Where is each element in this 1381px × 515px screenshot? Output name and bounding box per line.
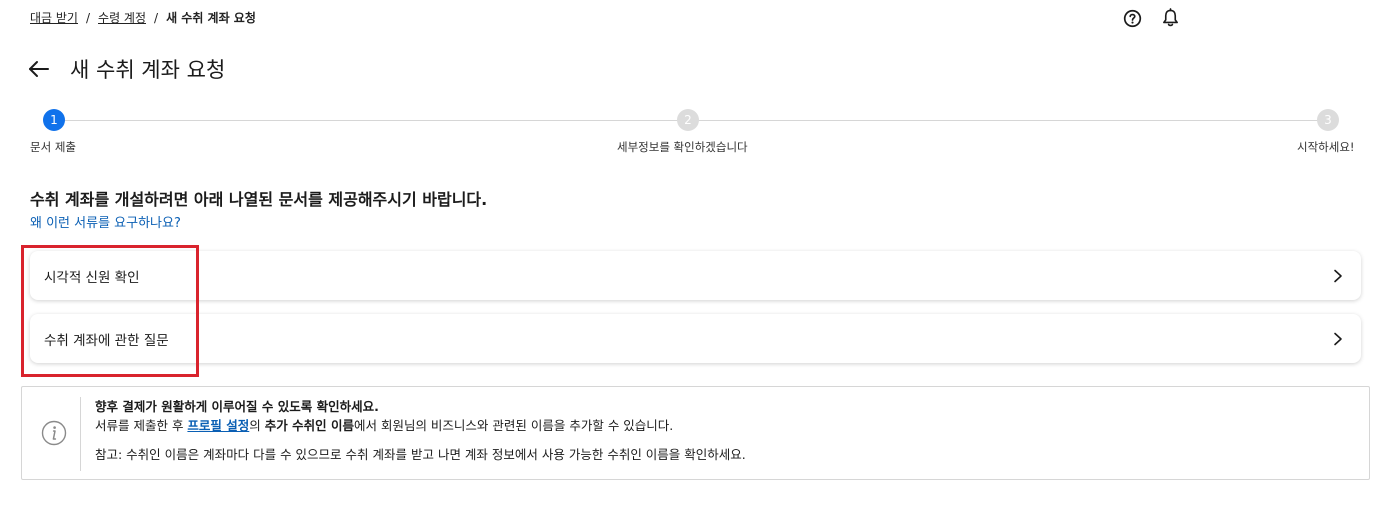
page-title: 새 수취 계좌 요청: [70, 58, 226, 82]
step-3-label: 시작하세요!: [1297, 140, 1355, 154]
visual-identity-card[interactable]: 시각적 신원 확인: [30, 251, 1361, 300]
instruction-heading: 수취 계좌를 개설하려면 아래 나열된 문서를 제공해주시기 바랍니다.: [30, 190, 488, 209]
bell-icon[interactable]: [1160, 8, 1180, 28]
header-actions: [1122, 8, 1180, 28]
breadcrumb-separator: /: [85, 10, 91, 25]
info-note: 참고: 수취인 이름은 계좌마다 다를 수 있으므로 수취 계좌를 받고 나면 …: [95, 447, 746, 462]
card-label: 수취 계좌에 관한 질문: [44, 332, 169, 349]
progress-stepper: 1 문서 제출 2 세부정보를 확인하겠습니다 3 시작하세요!: [0, 108, 1381, 158]
account-questions-card[interactable]: 수취 계좌에 관한 질문: [30, 314, 1361, 363]
breadcrumb-current: 새 수취 계좌 요청: [166, 11, 256, 25]
info-line2-post: 에서 회원님의 비즈니스와 관련된 이름을 추가할 수 있습니다.: [353, 418, 674, 433]
breadcrumb-separator: /: [154, 10, 159, 25]
info-line2-bold: 추가 수취인 이름: [264, 418, 354, 433]
breadcrumb: 대금 받기 / 수령 계정 / 새 수취 계좌 요청: [30, 9, 256, 26]
card-label: 시각적 신원 확인: [44, 269, 140, 286]
info-notice: 향후 결제가 원활하게 이루어질 수 있도록 확인하세요. 서류를 제출한 후 …: [21, 386, 1370, 480]
breadcrumb-link-payments[interactable]: 대금 받기: [30, 9, 78, 26]
chevron-right-icon: [1333, 332, 1347, 346]
info-headline: 향후 결제가 원활하게 이루어질 수 있도록 확인하세요.: [95, 399, 379, 414]
info-text: 향후 결제가 원활하게 이루어질 수 있도록 확인하세요. 서류를 제출한 후 …: [95, 397, 746, 464]
step-2-label: 세부정보를 확인하겠습니다: [617, 140, 748, 154]
back-arrow-icon[interactable]: [28, 57, 52, 81]
breadcrumb-link-receiving-accounts[interactable]: 수령 계정: [98, 9, 146, 26]
step-3-indicator: 3: [1317, 109, 1339, 131]
step-1-label: 문서 제출: [30, 140, 76, 154]
chevron-right-icon: [1333, 269, 1347, 283]
help-icon[interactable]: [1122, 8, 1142, 28]
profile-settings-link[interactable]: 프로필 설정: [187, 418, 249, 433]
why-documents-link[interactable]: 왜 이런 서류를 요구하나요?: [30, 212, 181, 231]
info-divider: [80, 397, 81, 471]
info-line2-pre: 서류를 제출한 후: [95, 418, 188, 433]
step-1-indicator: 1: [43, 109, 65, 131]
step-2-indicator: 2: [677, 109, 699, 131]
title-row: 새 수취 계좌 요청: [28, 54, 225, 84]
info-line2-mid: 의: [249, 418, 265, 433]
info-icon: [41, 420, 67, 446]
